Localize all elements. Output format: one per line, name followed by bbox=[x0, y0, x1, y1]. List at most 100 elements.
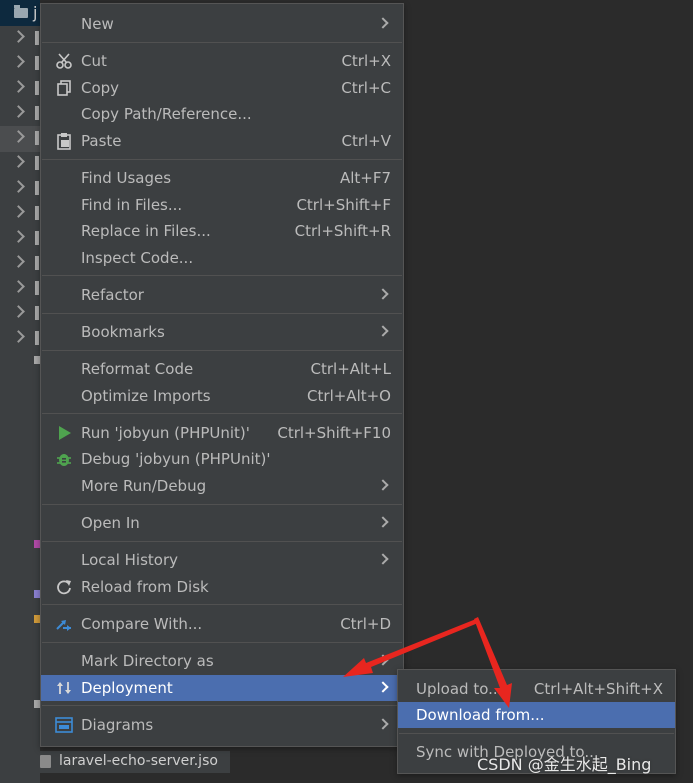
submenu-item-upload-to[interactable]: Upload to... Ctrl+Alt+Shift+X bbox=[398, 676, 675, 702]
chevron-right-icon[interactable] bbox=[12, 305, 25, 318]
menu-item-label: Copy bbox=[81, 78, 120, 97]
folder-icon bbox=[35, 131, 39, 145]
chevron-right-icon[interactable] bbox=[12, 230, 25, 243]
watermark: CSDN @金生水起_Bing bbox=[477, 755, 652, 774]
menu-item-shortcut: Ctrl+C bbox=[341, 78, 391, 97]
folder-icon bbox=[35, 206, 39, 220]
menu-item-copy-path-reference[interactable]: Copy Path/Reference... bbox=[41, 101, 403, 127]
chevron-right-icon[interactable] bbox=[12, 255, 25, 268]
chevron-right-icon[interactable] bbox=[12, 130, 25, 143]
chevron-right-icon[interactable] bbox=[12, 280, 25, 293]
tree-row[interactable] bbox=[0, 326, 40, 352]
menu-item-reload-from-disk[interactable]: Reload from Disk bbox=[41, 574, 403, 600]
menu-item-refactor[interactable]: Refactor bbox=[41, 282, 403, 308]
menu-item-find-in-files[interactable]: Find in Files... Ctrl+Shift+F bbox=[41, 192, 403, 218]
deployment-icon bbox=[55, 679, 73, 697]
menu-item-shortcut: Ctrl+Shift+R bbox=[294, 222, 391, 241]
chevron-right-icon[interactable] bbox=[12, 30, 25, 43]
menu-item-label: Replace in Files... bbox=[81, 222, 211, 241]
menu-item-label: New bbox=[81, 15, 114, 33]
menu-item-deployment[interactable]: Deployment bbox=[41, 674, 403, 701]
menu-item-paste[interactable]: Paste Ctrl+V bbox=[41, 128, 403, 154]
chevron-right-icon[interactable] bbox=[12, 205, 25, 218]
menu-item-reformat-code[interactable]: Reformat Code Ctrl+Alt+L bbox=[41, 356, 403, 382]
menu-item-inspect-code[interactable]: Inspect Code... bbox=[41, 245, 403, 271]
project-root-row[interactable]: j bbox=[0, 0, 40, 26]
menu-item-optimize-imports[interactable]: Optimize Imports Ctrl+Alt+O bbox=[41, 383, 403, 409]
menu-item-open-in[interactable]: Open In bbox=[41, 510, 403, 536]
menu-item-label: Local History bbox=[81, 551, 179, 570]
tree-row[interactable] bbox=[0, 301, 40, 327]
submenu-arrow-icon bbox=[377, 680, 389, 693]
menu-item-bookmarks[interactable]: Bookmarks bbox=[41, 319, 403, 345]
folder-icon bbox=[35, 256, 39, 270]
chevron-right-icon[interactable] bbox=[12, 105, 25, 118]
diagrams-icon bbox=[55, 716, 73, 734]
tree-row[interactable] bbox=[0, 26, 40, 52]
folder-icon bbox=[35, 281, 39, 295]
menu-item-diagrams[interactable]: Diagrams bbox=[41, 712, 403, 738]
menu-item-label: Deployment bbox=[81, 678, 173, 697]
menu-separator bbox=[42, 413, 402, 415]
tree-row[interactable] bbox=[0, 151, 40, 177]
menu-item-copy[interactable]: Copy Ctrl+C bbox=[41, 75, 403, 101]
menu-item-shortcut: Ctrl+Alt+O bbox=[307, 386, 391, 405]
tree-file-row[interactable]: laravel-echo-server.jso bbox=[40, 751, 230, 773]
menu-item-shortcut: Ctrl+Shift+F bbox=[296, 195, 391, 214]
submenu-arrow-icon bbox=[377, 718, 389, 730]
folder-icon bbox=[35, 56, 39, 70]
submenu-arrow-icon bbox=[377, 654, 389, 666]
menu-item-compare-with[interactable]: Compare With... Ctrl+D bbox=[41, 611, 403, 637]
submenu-separator bbox=[399, 733, 674, 734]
menu-item-new[interactable]: New bbox=[41, 11, 403, 37]
menu-item-find-usages[interactable]: Find Usages Alt+F7 bbox=[41, 165, 403, 191]
folder-icon bbox=[35, 81, 39, 95]
menu-item-debug-jobyun-phpunit[interactable]: Debug 'jobyun (PHPUnit)' bbox=[41, 446, 403, 472]
submenu-arrow-icon bbox=[377, 17, 389, 29]
menu-separator bbox=[42, 275, 402, 277]
menu-item-more-run-debug[interactable]: More Run/Debug bbox=[41, 473, 403, 499]
chevron-right-icon[interactable] bbox=[12, 55, 25, 68]
menu-item-label: Find in Files... bbox=[81, 195, 183, 214]
submenu-arrow-icon bbox=[377, 479, 389, 491]
tree-row[interactable] bbox=[0, 276, 40, 302]
menu-item-label: Debug 'jobyun (PHPUnit)' bbox=[81, 450, 271, 469]
submenu-item-download-from[interactable]: Download from... bbox=[398, 702, 675, 728]
chevron-right-icon[interactable] bbox=[12, 180, 25, 193]
menu-item-shortcut: Ctrl+Shift+F10 bbox=[277, 423, 391, 442]
menu-item-cut[interactable]: Cut Ctrl+X bbox=[41, 48, 403, 74]
copy-icon bbox=[55, 79, 73, 97]
tree-row[interactable] bbox=[0, 201, 40, 227]
project-root-label: j bbox=[33, 3, 38, 22]
menu-item-label: Bookmarks bbox=[81, 323, 165, 341]
submenu-arrow-icon bbox=[377, 553, 389, 565]
chevron-right-icon[interactable] bbox=[12, 330, 25, 343]
chevron-right-icon[interactable] bbox=[12, 80, 25, 93]
chevron-right-icon[interactable] bbox=[12, 155, 25, 168]
tree-row[interactable] bbox=[0, 126, 40, 152]
tree-row[interactable] bbox=[0, 251, 40, 277]
tree-row[interactable] bbox=[0, 176, 40, 202]
menu-item-run-jobyun-phpunit[interactable]: Run 'jobyun (PHPUnit)' Ctrl+Shift+F10 bbox=[41, 420, 403, 446]
menu-item-shortcut: Ctrl+V bbox=[341, 131, 391, 150]
folder-icon bbox=[35, 331, 39, 345]
menu-separator bbox=[42, 158, 402, 160]
tree-row[interactable] bbox=[0, 226, 40, 252]
menu-item-replace-in-files[interactable]: Replace in Files... Ctrl+Shift+R bbox=[41, 218, 403, 244]
menu-item-label: Compare With... bbox=[81, 614, 203, 633]
tree-row[interactable] bbox=[0, 101, 40, 127]
menu-separator bbox=[42, 349, 402, 351]
tree-file-label: laravel-echo-server.jso bbox=[59, 753, 218, 769]
reload-icon bbox=[55, 578, 73, 596]
folder-icon bbox=[14, 5, 28, 18]
run-icon bbox=[55, 424, 73, 442]
project-tree-panel: j bbox=[0, 0, 40, 783]
menu-separator bbox=[42, 540, 402, 542]
menu-separator bbox=[42, 705, 402, 707]
menu-item-local-history[interactable]: Local History bbox=[41, 547, 403, 573]
tree-row[interactable] bbox=[0, 76, 40, 102]
folder-icon bbox=[35, 31, 39, 45]
tree-row[interactable] bbox=[0, 51, 40, 77]
menu-item-mark-directory-as[interactable]: Mark Directory as bbox=[41, 648, 403, 674]
menu-item-label: Reload from Disk bbox=[81, 577, 209, 596]
